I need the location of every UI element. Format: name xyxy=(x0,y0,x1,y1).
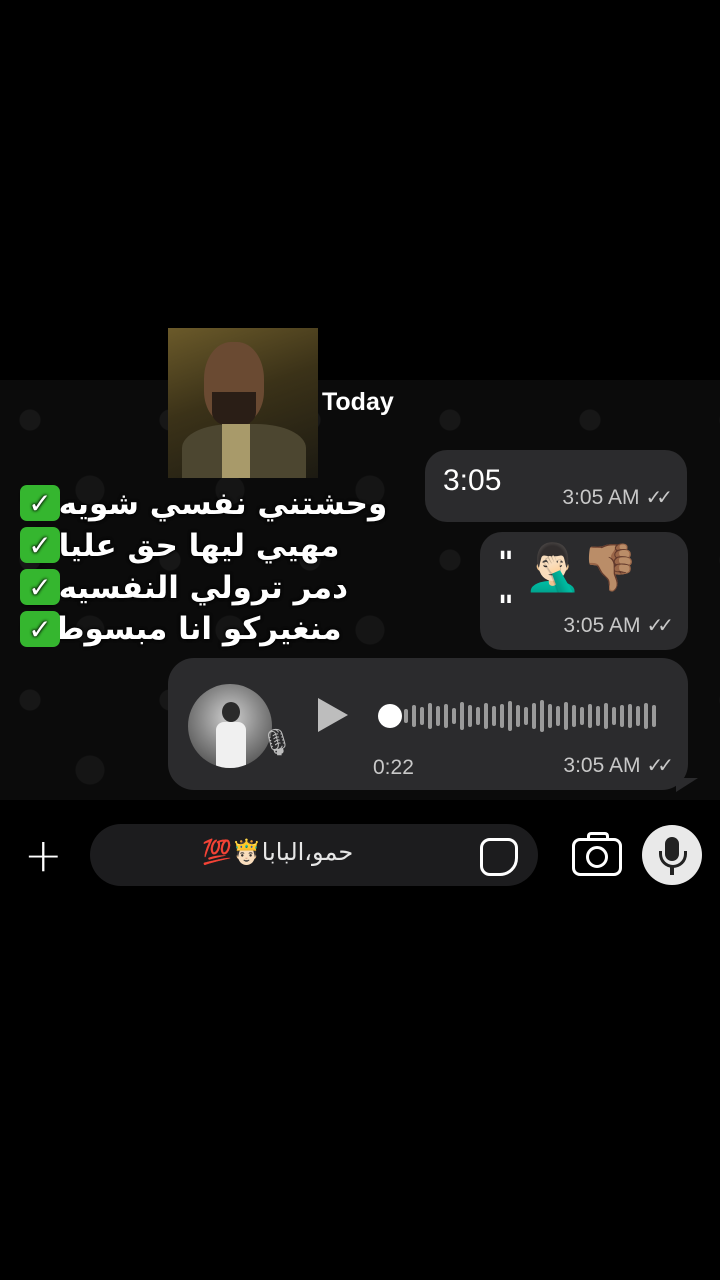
play-icon[interactable] xyxy=(318,698,348,732)
plus-icon[interactable]: + xyxy=(24,832,63,878)
message-time: 3:05 AM xyxy=(562,486,640,509)
message-bubble-emoji[interactable]: " " 🤦🏻‍♂️👎🏽 3:05 AM ✓✓ xyxy=(480,532,688,650)
message-time: 3:05 AM xyxy=(563,614,641,637)
microphone-button[interactable] xyxy=(642,825,702,885)
caption-text: دمر ترولي النفسيه🤦🏻‍♂️ xyxy=(20,569,348,606)
read-receipt-icon: ✓✓ xyxy=(646,615,673,637)
quote-open: " xyxy=(498,546,514,581)
message-meta: 3:05 AM ✓✓ xyxy=(563,613,673,638)
message-emojis: 🤦🏻‍♂️👎🏽 xyxy=(524,540,639,594)
message-input-text: حمو،البابا🤴🏻💯 xyxy=(202,838,354,866)
caption-line: ✓ مهيي ليها حق عليا👌🏽 xyxy=(20,524,430,566)
check-icon: ✓ xyxy=(20,611,60,647)
caption-line: ✓ وحشتني نفسي شويه💔 xyxy=(20,482,430,524)
check-icon: ✓ xyxy=(20,485,60,521)
sticker-photo xyxy=(168,328,318,478)
message-input[interactable]: حمو،البابا🤴🏻💯 xyxy=(90,824,538,886)
date-divider: Today xyxy=(322,388,394,416)
voice-waveform[interactable] xyxy=(404,696,660,736)
caption-line: ✓ دمر ترولي النفسيه🤦🏻‍♂️ xyxy=(20,566,430,608)
read-receipt-icon: ✓✓ xyxy=(646,755,673,777)
check-icon: ✓ xyxy=(20,569,60,605)
sticker-icon[interactable] xyxy=(480,838,518,876)
voice-mic-icon: 🎙 xyxy=(260,728,294,758)
read-receipt-icon: ✓✓ xyxy=(645,487,672,509)
caption-line: ✓ منغيركو انا مبسوط😄 xyxy=(20,608,430,650)
camera-icon[interactable] xyxy=(572,832,622,876)
caption-text: مهيي ليها حق عليا👌🏽 xyxy=(20,527,340,564)
message-time: 3:05 AM xyxy=(563,754,641,777)
overlay-caption: ✓ وحشتني نفسي شويه💔 ✓ مهيي ليها حق عليا👌… xyxy=(20,482,430,650)
check-icon: ✓ xyxy=(20,527,60,563)
voice-duration: 0:22 xyxy=(373,756,414,779)
quote-close: " xyxy=(498,590,514,625)
bubble-tail xyxy=(676,778,698,792)
message-meta: 3:05 AM ✓✓ xyxy=(562,485,672,510)
voice-message-bubble[interactable]: 🎙 0:22 3:05 AM ✓✓ xyxy=(168,658,688,790)
caption-text: منغيركو انا مبسوط😄 xyxy=(20,611,342,647)
message-bubble-time[interactable]: 3:05 3:05 AM ✓✓ xyxy=(425,450,687,522)
message-text: 3:05 xyxy=(443,464,502,497)
playback-scrubber[interactable] xyxy=(378,704,402,728)
composer-bar: + حمو،البابا🤴🏻💯 xyxy=(0,822,720,888)
caption-text: وحشتني نفسي شويه💔 xyxy=(20,485,388,522)
message-meta: 3:05 AM ✓✓ xyxy=(563,753,673,778)
